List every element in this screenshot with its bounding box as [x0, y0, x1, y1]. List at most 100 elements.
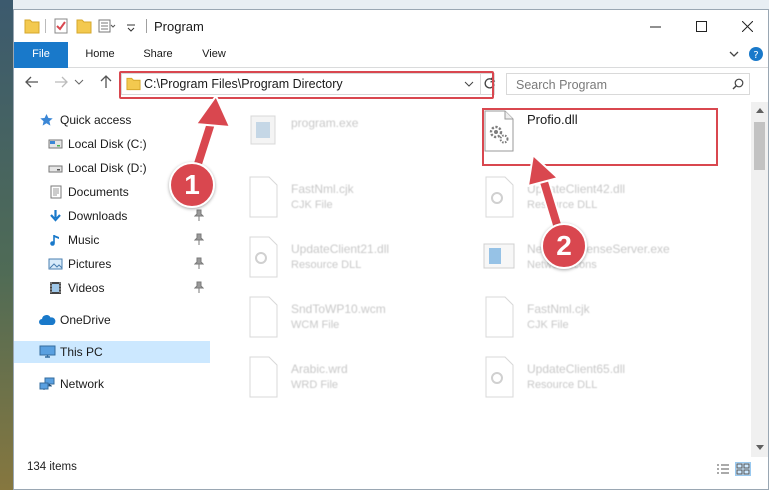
scroll-down-button[interactable] [751, 440, 768, 457]
arrow-right-icon [55, 76, 68, 88]
expand-ribbon-icon[interactable] [726, 46, 742, 62]
properties-icon[interactable] [53, 17, 69, 35]
scroll-up-button[interactable] [751, 102, 768, 119]
title-bar: Program [14, 10, 768, 42]
file-name: UpdateClient65.dll [527, 362, 626, 376]
forward-button[interactable] [51, 74, 71, 94]
pin-icon[interactable] [194, 209, 204, 221]
sidebar-item-label: Network [60, 377, 105, 391]
blank-file-icon [249, 176, 278, 218]
item-count: 134 items [27, 461, 77, 473]
list-item[interactable]: UpdateClient42.dll Resource DLL [483, 176, 723, 234]
sidebar-item-label: OneDrive [60, 313, 111, 327]
file-name: FastNml.cjk [291, 182, 354, 196]
back-button[interactable] [22, 74, 42, 94]
blank-file-icon [249, 356, 278, 398]
list-item[interactable]: UpdateClient21.dll Resource DLL [247, 236, 487, 294]
list-item[interactable]: program.exe [247, 110, 487, 168]
search-icon[interactable] [732, 78, 744, 90]
details-view-icon[interactable] [716, 463, 730, 475]
drive-icon [48, 139, 63, 149]
file-name: UpdateClient21.dll [291, 242, 390, 256]
dll-gear-icon [249, 236, 278, 278]
sidebar-item-videos[interactable]: Videos [14, 277, 210, 299]
sidebar-item-network[interactable]: Network [14, 373, 210, 395]
up-button[interactable] [96, 74, 116, 94]
pin-icon[interactable] [194, 233, 204, 245]
file-name: SndToWP10.wcm [291, 302, 386, 316]
chevron-down-icon[interactable] [126, 17, 136, 35]
arrow-up-icon [100, 75, 112, 88]
list-item[interactable]: UpdateClient65.dll Resource DLL [483, 356, 723, 414]
close-button[interactable] [724, 10, 768, 42]
list-item[interactable]: FastNml.cjk CJK File [247, 176, 487, 234]
list-item[interactable]: FastNml.cjk CJK File [483, 296, 723, 354]
tab-view[interactable]: View [192, 42, 236, 67]
help-icon[interactable]: ? [748, 46, 764, 62]
videos-icon [50, 282, 61, 294]
tab-home[interactable]: Home [76, 42, 124, 67]
status-bar: 134 items [14, 457, 768, 489]
file-highlight-box [482, 108, 718, 166]
chevron-down-icon [755, 445, 764, 450]
star-icon [40, 114, 53, 126]
maximize-button[interactable] [678, 10, 724, 42]
sidebar-item-label: This PC [60, 345, 103, 359]
minimize-button[interactable] [632, 10, 678, 42]
window-title: Program [154, 19, 204, 34]
file-type: Resource DLL [527, 199, 598, 211]
sidebar-item-label: Local Disk (C:) [68, 137, 147, 151]
file-name: UpdateClient42.dll [527, 182, 626, 196]
navigation-pane: Quick access Local Disk (C:) Local Disk … [14, 102, 210, 457]
cloud-icon [39, 315, 56, 325]
pictures-icon [48, 258, 63, 270]
documents-icon [50, 185, 62, 199]
large-icons-view-icon[interactable] [735, 462, 751, 476]
file-type: Resource DLL [291, 259, 362, 271]
file-type: CJK File [291, 199, 333, 211]
sidebar-item-label: Downloads [68, 209, 128, 223]
navigation-bar: C:\Program Files\Program Directory Searc… [14, 68, 768, 100]
computer-icon [39, 345, 56, 358]
vertical-scrollbar[interactable] [751, 102, 768, 457]
pin-icon[interactable] [194, 281, 204, 293]
sidebar-item-label: Quick access [60, 113, 132, 127]
customize-qa-icon[interactable] [98, 17, 116, 35]
pin-icon[interactable] [194, 257, 204, 269]
sidebar-item-pictures[interactable]: Pictures [14, 253, 210, 275]
list-item[interactable]: SndToWP10.wcm WCM File [247, 296, 487, 354]
chevron-up-icon [755, 108, 764, 113]
new-folder-icon[interactable] [76, 17, 92, 35]
list-item[interactable]: NetworkLicenseServer.exe Network Icons [483, 236, 723, 294]
explorer-window: Program File Home Share View ? C:\Progra… [13, 9, 769, 490]
sidebar-item-quick-access[interactable]: Quick access [14, 109, 210, 131]
svg-text:?: ? [753, 50, 758, 61]
blank-file-icon [249, 296, 278, 338]
dll-gear-icon [485, 176, 514, 218]
search-placeholder: Search Program [516, 78, 608, 92]
sidebar-item-label: Pictures [68, 257, 112, 271]
sidebar-item-music[interactable]: Music [14, 229, 210, 251]
qa-divider [45, 19, 46, 33]
search-input[interactable]: Search Program [506, 73, 750, 95]
sidebar-item-onedrive[interactable]: OneDrive [14, 309, 210, 331]
tab-share[interactable]: Share [132, 42, 184, 67]
arrow-left-icon [25, 76, 38, 88]
chevron-down-icon [74, 79, 84, 85]
sidebar-item-this-pc[interactable]: This PC [14, 341, 210, 363]
minimize-icon [649, 26, 661, 27]
folder-icon [24, 19, 40, 34]
file-type: CJK File [527, 319, 569, 331]
file-name: program.exe [291, 116, 359, 130]
list-item[interactable]: Arabic.wrd WRD File [247, 356, 487, 414]
ribbon-tabs: File Home Share View ? [14, 42, 768, 100]
scrollbar-thumb[interactable] [754, 122, 765, 170]
recent-locations-button[interactable] [73, 74, 85, 94]
maximize-icon [695, 20, 707, 32]
desktop-background [0, 0, 13, 490]
sidebar-item-label: Videos [68, 281, 105, 295]
app-window-icon [483, 243, 515, 269]
sidebar-item-local-disk-c[interactable]: Local Disk (C:) [14, 133, 210, 155]
address-highlight-box [119, 71, 494, 99]
sidebar-item-downloads[interactable]: Downloads [14, 205, 210, 227]
